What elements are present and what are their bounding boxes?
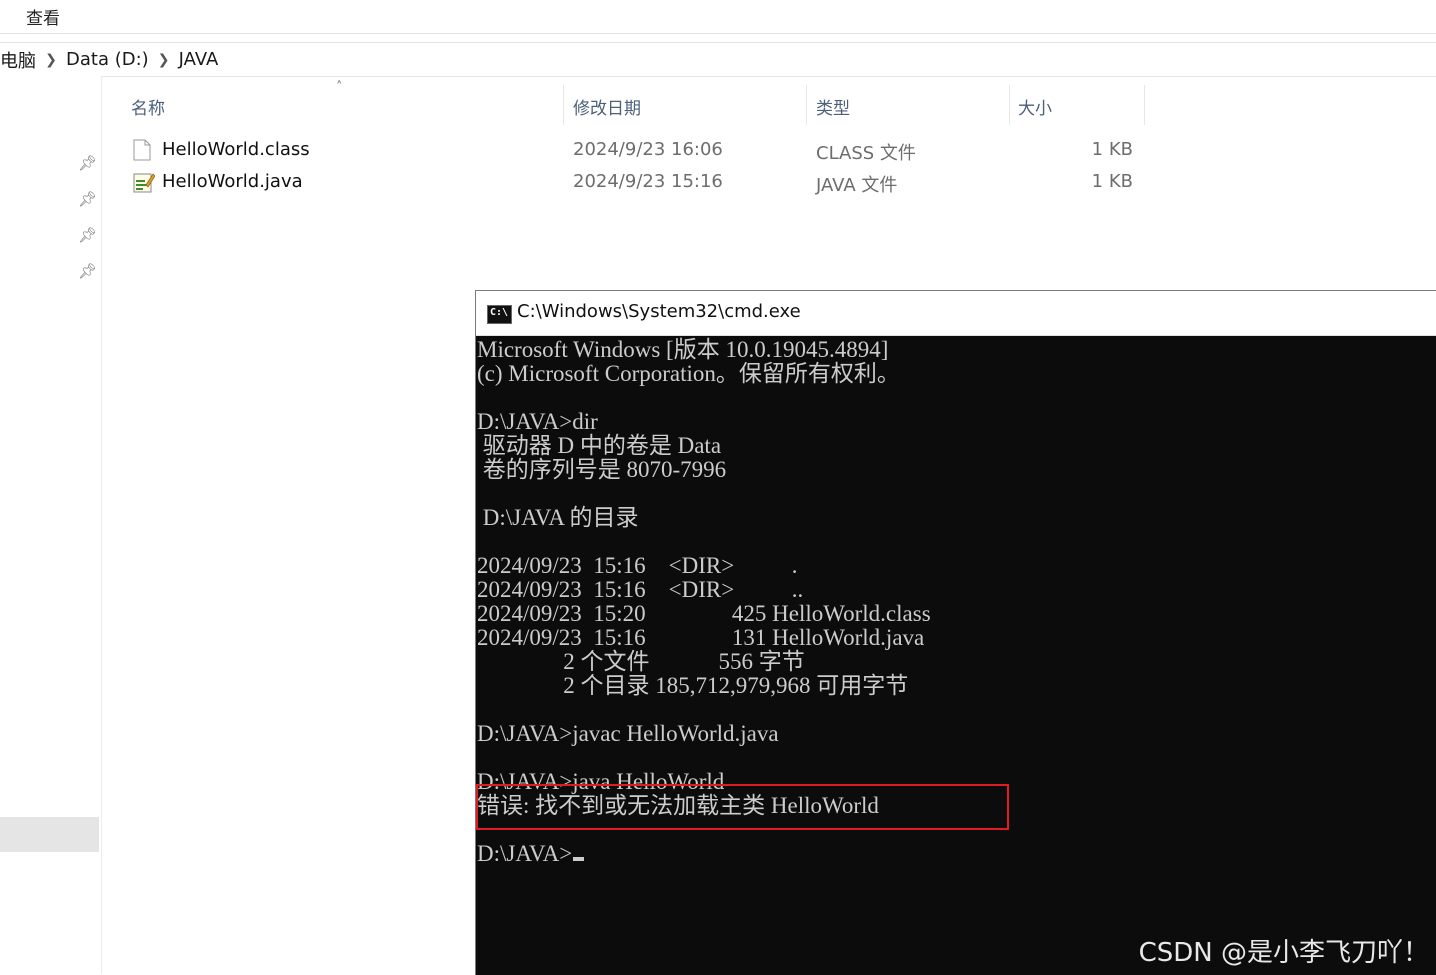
console-line: 卷的序列号是 8070-7996 <box>477 457 727 482</box>
ribbon: 查看 <box>0 0 1436 34</box>
cmd-titlebar[interactable]: C:\ C:\Windows\System32\cmd.exe <box>476 291 1436 336</box>
console-prompt: D:\JAVA> <box>477 841 573 866</box>
console-prompt-line: D:\JAVA> <box>477 841 585 866</box>
console-line: 2024/09/23 15:16 131 HelloWorld.java <box>477 625 925 650</box>
navigation-pane[interactable]: 📌︎ 📌︎ 📌︎ 📌︎ <box>0 76 102 974</box>
console-line: 2 个文件 556 字节 <box>477 649 805 674</box>
chevron-right-icon: ❯ <box>157 51 170 68</box>
column-header-name[interactable]: 名称 <box>130 85 562 125</box>
java-file-icon <box>133 173 155 193</box>
console-line: 2024/09/23 15:16 <DIR> . <box>477 553 798 578</box>
column-divider[interactable] <box>1009 85 1010 125</box>
column-divider[interactable] <box>1144 85 1145 125</box>
tab-view[interactable]: 查看 <box>26 4 60 29</box>
console-line: 2024/09/23 15:16 <DIR> .. <box>477 577 804 602</box>
chevron-right-icon: ❯ <box>45 51 57 68</box>
file-date: 2024/9/23 15:16 <box>573 171 723 192</box>
text-cursor <box>573 857 585 861</box>
pin-icon[interactable]: 📌︎ <box>78 190 97 208</box>
column-header-size[interactable]: 大小 <box>1018 85 1143 125</box>
breadcrumb-item-pc[interactable]: 电脑 <box>0 47 40 73</box>
breadcrumb[interactable]: 电脑 ❯ Data (D:) ❯ JAVA <box>0 42 1436 77</box>
console-line: D:\JAVA>javac HelloWorld.java <box>477 721 779 746</box>
console-line: D:\JAVA 的目录 <box>477 505 639 530</box>
column-header-date[interactable]: 修改日期 <box>573 85 805 125</box>
file-type: JAVA 文件 <box>816 175 898 196</box>
console-line: 2 个目录 185,712,979,968 可用字节 <box>477 673 909 698</box>
cmd-icon: C:\ <box>487 305 512 324</box>
file-row[interactable]: HelloWorld.java 2024/9/23 15:16 JAVA 文件 … <box>130 166 1150 198</box>
column-header-type[interactable]: 类型 <box>816 85 1008 125</box>
breadcrumb-item-drive[interactable]: Data (D:) <box>66 49 153 70</box>
file-name: HelloWorld.class <box>162 139 310 160</box>
error-highlight-box <box>476 784 1009 830</box>
pin-icon[interactable]: 📌︎ <box>78 226 97 244</box>
column-divider[interactable] <box>806 85 807 125</box>
cmd-window[interactable]: C:\ C:\Windows\System32\cmd.exe Microsof… <box>475 290 1436 975</box>
column-divider[interactable] <box>563 85 564 125</box>
pin-icon[interactable]: 📌︎ <box>78 262 97 280</box>
file-type: CLASS 文件 <box>816 143 916 164</box>
console-line: 驱动器 D 中的卷是 Data <box>477 433 722 458</box>
console-line: 2024/09/23 15:20 425 HelloWorld.class <box>477 601 931 626</box>
file-row[interactable]: HelloWorld.class 2024/9/23 16:06 CLASS 文… <box>130 134 1150 166</box>
blank-file-icon <box>133 139 151 161</box>
breadcrumb-item-folder[interactable]: JAVA <box>179 49 223 70</box>
watermark: CSDN @是小李飞刀吖！ <box>1138 938 1429 968</box>
console-output[interactable]: Microsoft Windows [版本 10.0.19045.4894] (… <box>476 336 1436 975</box>
file-size: 1 KB <box>1091 171 1133 192</box>
file-name: HelloWorld.java <box>162 171 303 192</box>
file-size: 1 KB <box>1091 139 1133 160</box>
nav-selected-item[interactable] <box>0 817 99 852</box>
console-line: (c) Microsoft Corporation。保留所有权利。 <box>477 361 900 386</box>
file-date: 2024/9/23 16:06 <box>573 139 723 160</box>
pin-icon[interactable]: 📌︎ <box>78 154 97 172</box>
cmd-title: C:\Windows\System32\cmd.exe <box>517 301 801 322</box>
console-line: D:\JAVA>dir <box>477 409 598 434</box>
console-line: Microsoft Windows [版本 10.0.19045.4894] <box>477 337 889 362</box>
